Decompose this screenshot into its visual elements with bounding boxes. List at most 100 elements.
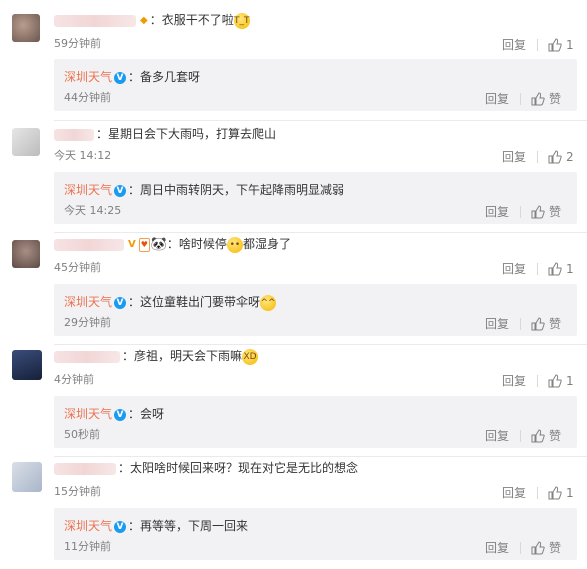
reply-text: ：再等等，下周一回来	[128, 519, 249, 533]
like-label[interactable]: 赞	[549, 429, 561, 443]
reply-button[interactable]: 回复	[485, 317, 509, 331]
reply-box: 深圳天气 V ：这位童鞋出门要带伞呀^^ 29分钟前 回复 赞	[54, 284, 577, 336]
reply-button[interactable]: 回复	[502, 38, 526, 52]
like-count: 1	[566, 261, 574, 276]
reply-text-line: 深圳天气 V ：周日中雨转阴天，下午起降雨明显减弱	[64, 182, 344, 198]
reply-author[interactable]: 深圳天气	[64, 183, 112, 197]
like-label[interactable]: 赞	[549, 317, 561, 331]
reply-button[interactable]: 回复	[485, 429, 509, 443]
comment-time: 4分钟前	[54, 373, 94, 386]
comment-actions: 回复 1	[502, 485, 574, 500]
divider	[520, 205, 522, 218]
reply-button[interactable]: 回复	[485, 205, 509, 219]
comment-text: ：太阳啥时候回来呀？现在对它是无比的想念	[118, 461, 359, 475]
avatar[interactable]	[12, 462, 42, 492]
comment-text: ：星期日会下大雨吗，打算去爬山	[96, 127, 277, 141]
comment-text-line: ：彦祖，明天会下雨嘛XD	[54, 348, 259, 365]
username-blurred[interactable]	[54, 238, 124, 251]
reply-author[interactable]: 深圳天气	[64, 295, 112, 309]
panda-icon: 🐼	[150, 236, 168, 252]
reply-time: 29分钟前	[64, 316, 111, 329]
verified-v-icon: V	[114, 296, 127, 309]
divider	[520, 317, 522, 330]
comment-actions: 回复 1	[502, 37, 574, 52]
comment-actions: 回复 1	[502, 373, 574, 388]
thumbs-up-icon[interactable]	[548, 373, 562, 388]
reply-text-line: 深圳天气 V ：再等等，下周一回来	[64, 518, 248, 534]
reply-author[interactable]: 深圳天气	[64, 70, 112, 84]
thumbs-up-icon[interactable]	[531, 428, 545, 443]
avatar[interactable]	[12, 14, 40, 42]
reply-box: 深圳天气 V ：周日中雨转阴天，下午起降雨明显减弱 今天 14:25 回复 赞	[54, 172, 577, 224]
reply-box: 深圳天气 V ：备多几套呀 44分钟前 回复 赞	[54, 59, 577, 111]
reply-actions: 回复 赞	[485, 540, 561, 555]
verified-v-icon: V	[114, 408, 127, 421]
divider	[54, 232, 587, 233]
reply-author[interactable]: 深圳天气	[64, 519, 112, 533]
username-blurred[interactable]	[54, 350, 120, 363]
reply-actions: 回复 赞	[485, 91, 561, 106]
verified-v-icon: V	[114, 520, 127, 533]
reply-author[interactable]: 深圳天气	[64, 407, 112, 421]
divider	[537, 38, 539, 51]
divider	[537, 486, 539, 499]
username-blurred[interactable]	[54, 462, 116, 475]
verified-v-icon: V	[114, 71, 127, 84]
reply-button[interactable]: 回复	[502, 262, 526, 276]
thumbs-up-icon[interactable]	[548, 37, 562, 52]
like-label[interactable]: 赞	[549, 205, 561, 219]
reply-button[interactable]: 回复	[502, 486, 526, 500]
comment-text-line: ：星期日会下大雨吗，打算去爬山	[54, 126, 276, 142]
like-count: 1	[566, 373, 574, 388]
reply-text: ：周日中雨转阴天，下午起降雨明显减弱	[128, 183, 345, 197]
laughing-emoji-icon: XD	[242, 348, 259, 365]
reply-text: ：这位童鞋出门要带伞呀	[128, 295, 261, 309]
thumbs-up-icon[interactable]	[531, 540, 545, 555]
reply-text: ：会呀	[128, 407, 165, 421]
comment-text: ：啥时候停	[166, 237, 227, 251]
reply-time: 50秒前	[64, 428, 100, 441]
thumbs-up-icon[interactable]	[548, 149, 562, 164]
divider	[537, 262, 539, 275]
reply-button[interactable]: 回复	[485, 541, 509, 555]
comment-time: 15分钟前	[54, 485, 101, 498]
username-blurred[interactable]	[54, 128, 94, 141]
like-label[interactable]: 赞	[549, 541, 561, 555]
divider	[520, 92, 522, 105]
comment-time: 59分钟前	[54, 37, 101, 50]
hat-emoji-icon: ^^	[260, 294, 277, 311]
reply-time: 今天 14:25	[64, 204, 122, 217]
reply-button[interactable]: 回复	[502, 374, 526, 388]
divider	[537, 374, 539, 387]
crying-emoji-icon: T_T	[233, 12, 250, 29]
reply-button[interactable]: 回复	[502, 150, 526, 164]
like-label[interactable]: 赞	[549, 92, 561, 106]
reply-text-line: 深圳天气 V ：这位童鞋出门要带伞呀^^	[64, 294, 277, 311]
like-count: 1	[566, 485, 574, 500]
comment-text-line: ：太阳啥时候回来呀？现在对它是无比的想念	[54, 460, 358, 476]
vip-icon: V	[128, 238, 136, 250]
divider	[54, 120, 587, 121]
thumbs-up-icon[interactable]	[531, 91, 545, 106]
comment-actions: 回复 2	[502, 149, 574, 164]
avatar[interactable]	[12, 240, 40, 268]
reply-text-line: 深圳天气 V ：会呀	[64, 406, 164, 422]
reply-text-line: 深圳天气 V ：备多几套呀	[64, 69, 200, 85]
avatar[interactable]	[12, 128, 40, 156]
reply-actions: 回复 赞	[485, 428, 561, 443]
like-count: 2	[566, 149, 574, 164]
thumbs-up-icon[interactable]	[531, 204, 545, 219]
shy-emoji-icon: ••	[226, 236, 243, 253]
like-count: 1	[566, 37, 574, 52]
level-badge-icon: ♥	[138, 237, 150, 252]
comment-text-line: V ♥ 🐼：啥时候停 •• 都湿身了	[54, 236, 291, 253]
thumbs-up-icon[interactable]	[531, 316, 545, 331]
avatar[interactable]	[12, 350, 42, 380]
username-blurred[interactable]	[54, 14, 136, 27]
comment-text: ：彦祖，明天会下雨嘛	[122, 349, 243, 363]
thumbs-up-icon[interactable]	[548, 485, 562, 500]
thumbs-up-icon[interactable]	[548, 261, 562, 276]
reply-box: 深圳天气 V ：再等等，下周一回来 11分钟前 回复 赞	[54, 508, 577, 560]
reply-button[interactable]: 回复	[485, 92, 509, 106]
divider	[54, 456, 587, 457]
